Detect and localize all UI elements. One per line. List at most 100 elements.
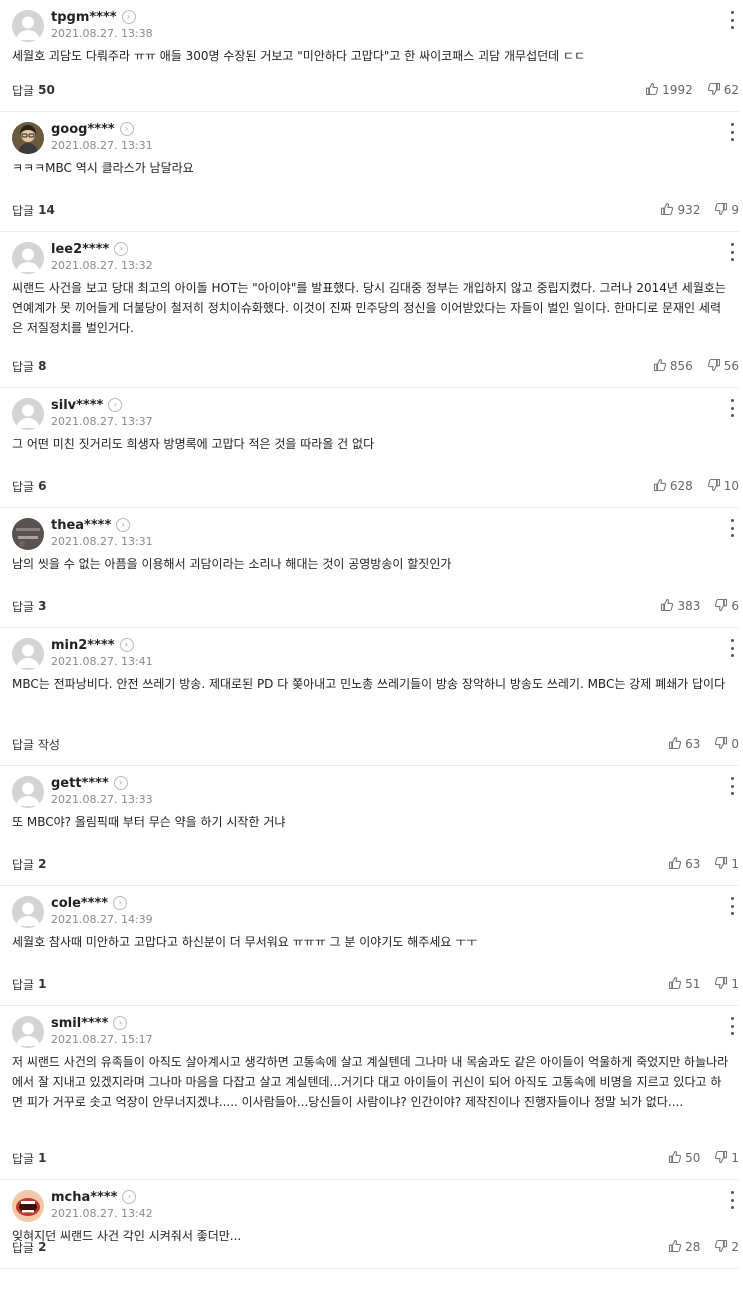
comment-date: 2021.08.27. 14:39 [51, 913, 153, 926]
dislike-button[interactable]: 6 [714, 598, 739, 615]
reply-button[interactable]: 답글 50 [12, 82, 55, 99]
reply-count: 14 [38, 203, 55, 217]
chevron-right-icon[interactable]: › [119, 638, 134, 652]
comment-text: 그 어떤 미친 짓거리도 희생자 방명록에 고맙다 적은 것을 따라올 건 없다 [12, 437, 375, 451]
reply-button[interactable]: 답글 1 [12, 976, 46, 993]
username[interactable]: gett**** [51, 776, 109, 791]
dislike-count: 1 [731, 1151, 739, 1165]
dislike-button[interactable]: 10 [707, 478, 739, 495]
username[interactable]: lee2**** [51, 242, 109, 257]
chevron-right-icon[interactable]: › [114, 242, 129, 256]
more-options-icon[interactable] [725, 638, 739, 658]
comment-item: gett**** › 2021.08.27. 13:33 또 MBC야? 올림픽때 부… [0, 766, 739, 886]
chevron-right-icon[interactable]: › [119, 122, 134, 136]
username[interactable]: thea**** [51, 518, 111, 533]
chevron-right-icon[interactable]: › [116, 518, 131, 532]
chevron-right-icon[interactable]: › [113, 1016, 128, 1030]
dislike-count: 9 [731, 203, 739, 217]
username[interactable]: smil**** [51, 1016, 108, 1031]
chevron-right-icon[interactable]: › [122, 1190, 137, 1204]
comment-item: goog**** › 2021.08.27. 13:31 ㅋㅋㅋMBC 역시 클라스가… [0, 112, 739, 232]
like-button[interactable]: 50 [668, 1150, 700, 1167]
thumbs-up-icon [660, 598, 677, 615]
chevron-right-icon[interactable]: › [113, 776, 128, 790]
comment-item: min2**** › 2021.08.27. 13:41 MBC는 전파낭비다. 안전… [0, 628, 739, 766]
reply-button[interactable]: 답글 8 [12, 358, 46, 375]
reply-button[interactable]: 답글 작성 [12, 736, 64, 753]
avatar[interactable] [12, 776, 44, 808]
thumbs-down-icon [714, 736, 731, 753]
dislike-button[interactable]: 1 [714, 856, 739, 873]
username[interactable]: cole**** [51, 896, 108, 911]
avatar[interactable] [12, 398, 44, 430]
dislike-button[interactable]: 62 [707, 82, 739, 99]
more-options-icon[interactable] [725, 776, 739, 796]
like-button[interactable]: 383 [660, 598, 700, 615]
username[interactable]: goog**** [51, 122, 115, 137]
more-options-icon[interactable] [725, 398, 739, 418]
avatar[interactable] [12, 896, 44, 928]
more-options-icon[interactable] [725, 10, 739, 30]
comment-date: 2021.08.27. 13:41 [51, 655, 153, 668]
comment-text: MBC는 전파낭비다. 안전 쓰레기 방송. 제대로된 PD 다 쫒아내고 민노… [12, 677, 726, 691]
comment-text: 씨랜드 사건을 보고 당대 최고의 아이돌 HOT는 "아이야"를 발표했다. … [12, 281, 726, 335]
dislike-button[interactable]: 1 [714, 976, 739, 993]
more-options-icon[interactable] [725, 518, 739, 538]
reply-count: 50 [38, 83, 55, 97]
chevron-right-icon[interactable]: › [113, 896, 128, 910]
like-button[interactable]: 856 [653, 358, 693, 375]
avatar[interactable] [12, 10, 44, 42]
more-options-icon[interactable] [725, 896, 739, 916]
username[interactable]: silv**** [51, 398, 103, 413]
avatar[interactable] [12, 638, 44, 670]
username[interactable]: mcha**** [51, 1190, 117, 1205]
reply-label: 답글 작성 [12, 737, 60, 752]
avatar[interactable] [12, 518, 44, 550]
like-button[interactable]: 63 [668, 856, 700, 873]
like-button[interactable]: 51 [668, 976, 700, 993]
dislike-button[interactable]: 0 [714, 736, 739, 753]
username[interactable]: min2**** [51, 638, 115, 653]
reply-label: 답글 [12, 599, 35, 614]
dislike-count: 6 [731, 599, 739, 613]
avatar[interactable] [12, 242, 44, 274]
like-button[interactable]: 628 [653, 478, 693, 495]
like-button[interactable]: 28 [668, 1239, 700, 1256]
reply-label: 답글 [12, 1240, 35, 1255]
dislike-button[interactable]: 2 [714, 1239, 739, 1256]
comment-item: smil**** › 2021.08.27. 15:17 저 씨랜드 사건의 유족들이… [0, 1006, 739, 1180]
chevron-right-icon[interactable]: › [121, 10, 136, 24]
reply-button[interactable]: 답글 2 [12, 856, 46, 873]
reply-label: 답글 [12, 977, 35, 992]
dislike-count: 0 [731, 737, 739, 751]
more-options-icon[interactable] [725, 1190, 739, 1210]
dislike-button[interactable]: 56 [707, 358, 739, 375]
dislike-count: 62 [723, 83, 739, 97]
dislike-button[interactable]: 1 [714, 1150, 739, 1167]
more-options-icon[interactable] [725, 122, 739, 142]
reply-button[interactable]: 답글 14 [12, 202, 55, 219]
avatar[interactable] [12, 1016, 44, 1048]
comment-date: 2021.08.27. 13:31 [51, 535, 153, 548]
comment-date: 2021.08.27. 13:33 [51, 793, 153, 806]
like-button[interactable]: 63 [668, 736, 700, 753]
chevron-right-icon[interactable]: › [108, 398, 123, 412]
thumbs-down-icon [714, 598, 731, 615]
avatar[interactable] [12, 1190, 44, 1222]
reply-button[interactable]: 답글 6 [12, 478, 46, 495]
comment-item: tpgm**** › 2021.08.27. 13:38 세월호 괴담도 다뤄주라 ㅠ… [0, 0, 739, 112]
reply-button[interactable]: 답글 1 [12, 1150, 46, 1167]
comment-date: 2021.08.27. 13:38 [51, 27, 153, 40]
reply-button[interactable]: 답글 2 [12, 1239, 46, 1256]
thumbs-up-icon [668, 736, 685, 753]
more-options-icon[interactable] [725, 242, 739, 262]
like-count: 1992 [662, 83, 693, 97]
more-options-icon[interactable] [725, 1016, 739, 1036]
like-button[interactable]: 1992 [645, 82, 693, 99]
username[interactable]: tpgm**** [51, 10, 117, 25]
avatar[interactable] [12, 122, 44, 154]
reply-button[interactable]: 답글 3 [12, 598, 46, 615]
like-button[interactable]: 932 [660, 202, 700, 219]
reply-label: 답글 [12, 1151, 35, 1166]
dislike-button[interactable]: 9 [714, 202, 739, 219]
